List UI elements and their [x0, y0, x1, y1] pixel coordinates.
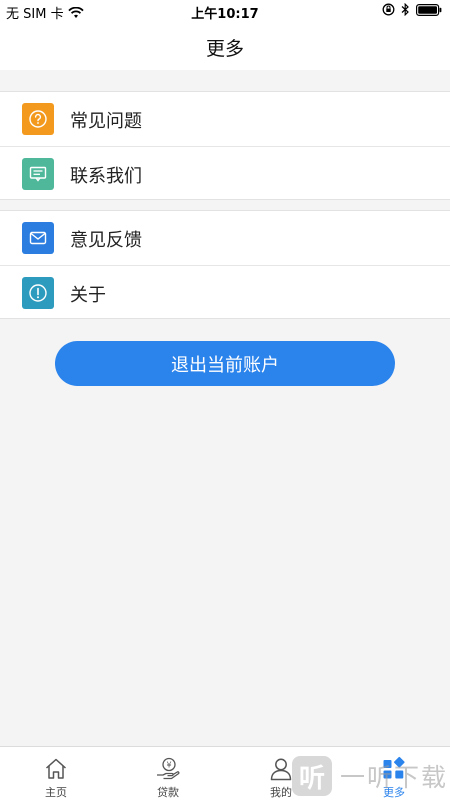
watermark-text: 一听下载: [340, 763, 449, 792]
watermark: 听 一听下载: [292, 752, 450, 800]
menu-item-label: 联系我们: [70, 166, 142, 187]
page-title: 更多: [205, 38, 244, 60]
menu-item-label: 关于: [70, 285, 106, 306]
menu-item-contact[interactable]: 联系我们: [0, 146, 450, 200]
loan-icon: ¥: [157, 757, 180, 780]
menu-group-1: 常见问题 联系我们: [0, 91, 450, 200]
tab-home[interactable]: 主页: [0, 747, 112, 800]
home-icon: [45, 758, 67, 779]
message-icon: [22, 158, 54, 190]
user-icon: [270, 758, 292, 781]
tab-label: 贷款: [157, 786, 179, 799]
menu-item-label: 常见问题: [70, 111, 142, 132]
battery-icon: [416, 3, 442, 16]
tab-loan[interactable]: ¥ 贷款: [112, 747, 224, 800]
tab-label: 主页: [45, 786, 67, 799]
info-icon: [22, 277, 54, 309]
watermark-logo: 听: [292, 756, 332, 796]
question-icon: [22, 103, 54, 135]
nav-bar: 更多: [0, 22, 450, 70]
menu-item-about[interactable]: 关于: [0, 265, 450, 319]
status-bar: 无 SIM 卡 上午10:17: [0, 0, 450, 22]
orientation-lock-icon: [382, 3, 395, 16]
mail-icon: [22, 222, 54, 254]
bluetooth-icon: [401, 3, 409, 16]
tab-label: 我的: [270, 786, 292, 799]
status-right: [382, 3, 442, 16]
menu-item-label: 意见反馈: [70, 230, 142, 251]
menu-item-faq[interactable]: 常见问题: [0, 92, 450, 146]
logout-button[interactable]: 退出当前账户: [55, 341, 395, 386]
menu-item-feedback[interactable]: 意见反馈: [0, 211, 450, 265]
menu-group-2: 意见反馈 关于: [0, 210, 450, 319]
svg-text:¥: ¥: [166, 761, 171, 770]
